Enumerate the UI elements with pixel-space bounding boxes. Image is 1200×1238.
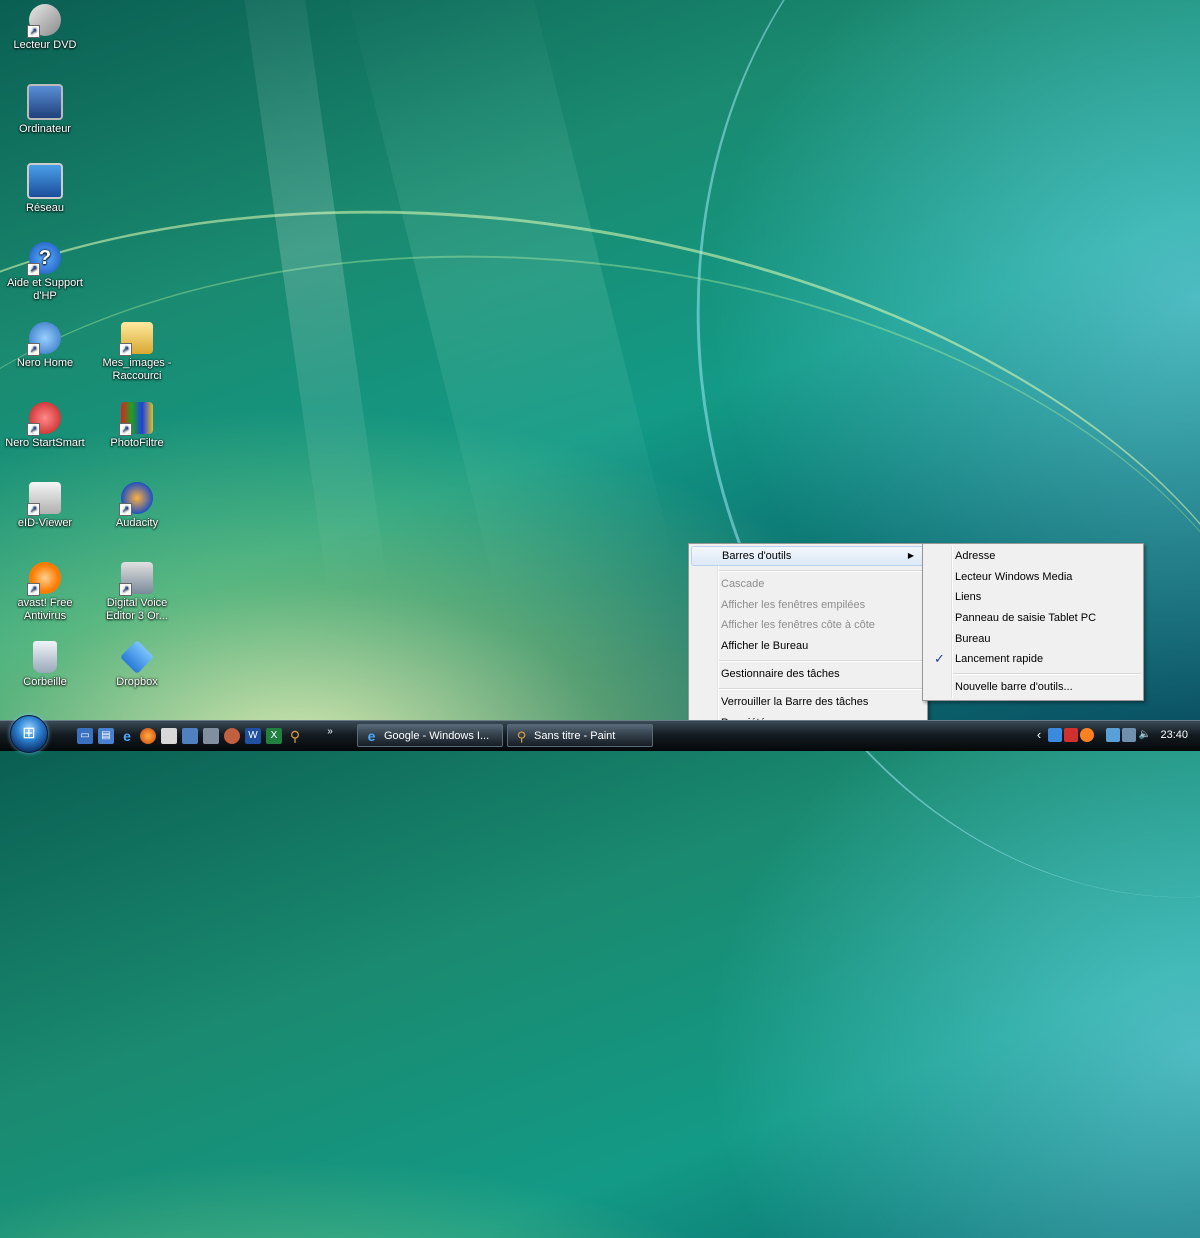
desktop-icon-label: Corbeille: [23, 676, 67, 688]
media-icon[interactable]: [224, 728, 240, 744]
desktop-icon-photofiltre[interactable]: ↗ PhotoFiltre: [94, 402, 180, 450]
menu-separator: [719, 660, 925, 662]
taskbar-button-google[interactable]: e Google - Windows I...: [357, 724, 503, 747]
computer-quick-icon[interactable]: [182, 728, 198, 744]
desktop-icon-label: PhotoFiltre: [110, 437, 164, 449]
help-icon: ? ↗: [27, 242, 61, 276]
switch-windows-icon[interactable]: ▤: [98, 728, 114, 744]
desktop-icon-label: Réseau: [26, 202, 64, 214]
display-tray-icon[interactable]: [1122, 728, 1136, 742]
show-desktop-icon[interactable]: ▭: [77, 728, 93, 744]
tray-expand-icon[interactable]: ‹: [1032, 728, 1046, 742]
nero-home-icon: ↗: [27, 322, 61, 356]
submenu-item-quick-launch[interactable]: ✓ Lancement rapide: [925, 649, 1171, 669]
desktop-icon-nero-startsmart[interactable]: ↗ Nero StartSmart: [2, 402, 88, 450]
eid-viewer-icon: ↗: [27, 482, 61, 516]
menu-item-task-manager[interactable]: Gestionnaire des tâches: [721, 664, 840, 684]
avast-tray-icon[interactable]: [1080, 728, 1094, 742]
explorer-icon[interactable]: [161, 728, 177, 744]
word-icon[interactable]: W: [245, 728, 261, 744]
menu-separator: [719, 570, 925, 572]
menu-separator: [953, 673, 1141, 675]
clock[interactable]: 23:40: [1160, 729, 1188, 741]
dvd-drive-icon: ↗: [27, 4, 61, 38]
submenu-item-new-toolbar[interactable]: Nouvelle barre d'outils...: [955, 677, 1073, 697]
system-tray: ‹ 🔈 23:40: [1030, 721, 1200, 751]
menu-item-show-desktop[interactable]: Afficher le Bureau: [721, 636, 808, 656]
desktop-icon-label: Nero StartSmart: [5, 437, 85, 449]
desktop-icon-dvd[interactable]: ↗ Lecteur DVD: [2, 4, 88, 52]
start-button[interactable]: ⊞: [10, 715, 48, 753]
desktop-icon-label: Ordinateur: [19, 123, 71, 135]
internet-explorer-icon: e: [367, 728, 376, 744]
desktop-icon-label: Aide et Support d'HP: [7, 277, 83, 302]
menu-item-lock-taskbar[interactable]: Verrouiller la Barre des tâches: [721, 692, 868, 712]
taskbar-context-menu: Barres d'outils ▶ Cascade Afficher les f…: [688, 543, 928, 735]
paint-quick-icon[interactable]: ⚲: [287, 728, 303, 744]
desktop-icon-label: Digital Voice Editor 3 Or...: [106, 597, 168, 622]
menu-separator: [719, 688, 925, 690]
excel-icon[interactable]: X: [266, 728, 282, 744]
tools-icon[interactable]: [203, 728, 219, 744]
desktop-icon-eid-viewer[interactable]: ↗ eID-Viewer: [2, 482, 88, 530]
audacity-icon: ↗: [119, 482, 153, 516]
recycle-bin-icon: [33, 641, 57, 673]
menu-item-stacked: Afficher les fenêtres empilées: [721, 599, 866, 611]
toolbars-submenu: Adresse Lecteur Windows Media Liens Pann…: [922, 543, 1144, 701]
windows-logo-icon: ⊞: [22, 725, 36, 742]
menu-item-cascade: Cascade: [721, 578, 765, 590]
desktop-icon-avast[interactable]: ↗ avast! Free Antivirus: [2, 562, 88, 623]
desktop-icon-nero-home[interactable]: ↗ Nero Home: [2, 322, 88, 370]
checkmark-icon: ✓: [934, 651, 945, 666]
network-tray-icon[interactable]: [1106, 728, 1120, 742]
dropbox-tray-icon[interactable]: [1048, 728, 1062, 742]
desktop-icon-mes-images[interactable]: ↗ Mes_images - Raccourci: [94, 322, 180, 383]
submenu-item-media-player[interactable]: Lecteur Windows Media: [955, 567, 1072, 587]
desktop-icon-help[interactable]: ? ↗ Aide et Support d'HP: [2, 242, 88, 303]
desktop-icon-audacity[interactable]: ↗ Audacity: [94, 482, 180, 530]
desktop-icon-recycle-bin[interactable]: Corbeille: [2, 641, 88, 689]
desktop-icon-label: avast! Free Antivirus: [17, 597, 73, 622]
nero-startsmart-icon: ↗: [27, 402, 61, 436]
menu-item-label: Barres d'outils: [722, 550, 792, 562]
submenu-arrow-icon: ▶: [907, 551, 914, 560]
submenu-item-desktop[interactable]: Bureau: [955, 629, 990, 649]
network-icon: [27, 163, 63, 199]
photofiltre-icon: ↗: [119, 402, 153, 436]
taskbar-button-label: Sans titre - Paint: [534, 730, 616, 742]
folder-icon: ↗: [119, 322, 153, 356]
desktop-icon-label: Mes_images - Raccourci: [102, 357, 172, 382]
submenu-item-tablet-input[interactable]: Panneau de saisie Tablet PC: [955, 608, 1096, 628]
desktop-icon-label: Nero Home: [16, 357, 74, 369]
desktop-icon-label: eID-Viewer: [17, 517, 73, 529]
internet-explorer-icon[interactable]: e: [119, 728, 135, 744]
volume-icon[interactable]: 🔈: [1138, 728, 1152, 742]
desktop-icon-dropbox[interactable]: Dropbox: [94, 640, 180, 689]
menu-item-toolbars[interactable]: Barres d'outils ▶: [691, 546, 925, 566]
desktop-icon-voice-editor[interactable]: ↗ Digital Voice Editor 3 Or...: [94, 562, 180, 623]
computer-icon: [27, 84, 63, 120]
desktop-icon-label: Lecteur DVD: [13, 39, 77, 51]
avast-icon: ↗: [27, 562, 61, 596]
submenu-item-links[interactable]: Liens: [955, 587, 981, 607]
paint-icon: ⚲: [516, 729, 527, 744]
voice-editor-icon: ↗: [119, 562, 153, 596]
taskbar-button-paint[interactable]: ⚲ Sans titre - Paint: [507, 724, 653, 747]
taskbar[interactable]: ⊞ ▭ ▤ e W X ⚲ » e Google - Windows I... …: [0, 715, 1200, 753]
menu-item-label: Lancement rapide: [955, 653, 1044, 665]
desktop-icon-label: Audacity: [115, 517, 159, 529]
menu-item-side-by-side: Afficher les fenêtres côte à côte: [721, 619, 875, 631]
quicklaunch-overflow-icon[interactable]: »: [322, 724, 338, 740]
submenu-item-address[interactable]: Adresse: [955, 546, 995, 566]
desktop-icon-label: Dropbox: [116, 676, 158, 688]
dropbox-icon: [120, 640, 154, 674]
taskbar-button-label: Google - Windows I...: [384, 730, 490, 742]
eid-tray-icon[interactable]: [1064, 728, 1078, 742]
desktop-icon-computer[interactable]: Ordinateur: [2, 84, 88, 136]
desktop-icon-network[interactable]: Réseau: [2, 163, 88, 215]
firefox-icon[interactable]: [140, 728, 156, 744]
